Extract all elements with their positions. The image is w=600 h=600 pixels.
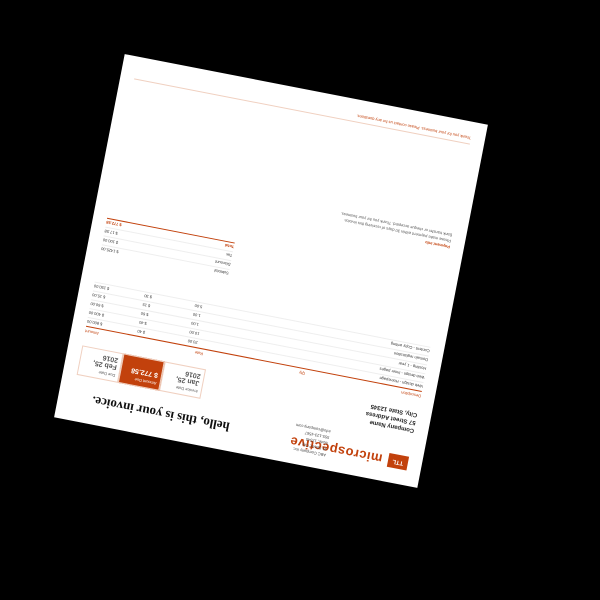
totals-label: Subtotal — [213, 268, 230, 277]
meta-amount-due: Amount Due $ 772.58 — [117, 353, 165, 391]
client-address: Company Name 57 Street Address City, Sta… — [364, 401, 418, 434]
sender-address: ABC Company Inc. 45 Street, City State, … — [291, 422, 331, 458]
logo-mark: TTL — [386, 453, 409, 471]
col-qty: Qty — [298, 370, 306, 377]
col-description: Description — [400, 390, 422, 399]
totals-value: $ 100.00 — [102, 237, 119, 246]
invoice-heading: hello, this is your invoice. — [90, 393, 231, 435]
totals-value: $ 1425.00 — [100, 246, 119, 256]
totals-label: Tax — [225, 252, 233, 259]
footer-note: Thank you for your business. Please cont… — [134, 70, 472, 145]
totals-block: Subtotal $ 1425.00 Discount $ 100.00 Tax… — [100, 217, 235, 278]
photo-background: TTL microspective ABC Company Inc. 45 St… — [0, 0, 600, 600]
meta-invoice-date: Invoice Date Jan 25, 2016 — [159, 361, 207, 399]
totals-label: Total — [224, 243, 235, 250]
col-amount: Amount — [84, 328, 100, 337]
totals-value: $ 17.58 — [104, 229, 119, 237]
meta-due-date: Due Date Feb 25, 2016 — [76, 345, 124, 383]
notes-line: Bank transfer or cheque accepted. Thank … — [340, 211, 453, 238]
invoice-sheet: TTL microspective ABC Company Inc. 45 St… — [54, 54, 488, 488]
totals-value: $ 772.58 — [105, 220, 122, 229]
totals-label: Discount — [214, 259, 231, 268]
col-rate: Rate — [194, 349, 204, 357]
